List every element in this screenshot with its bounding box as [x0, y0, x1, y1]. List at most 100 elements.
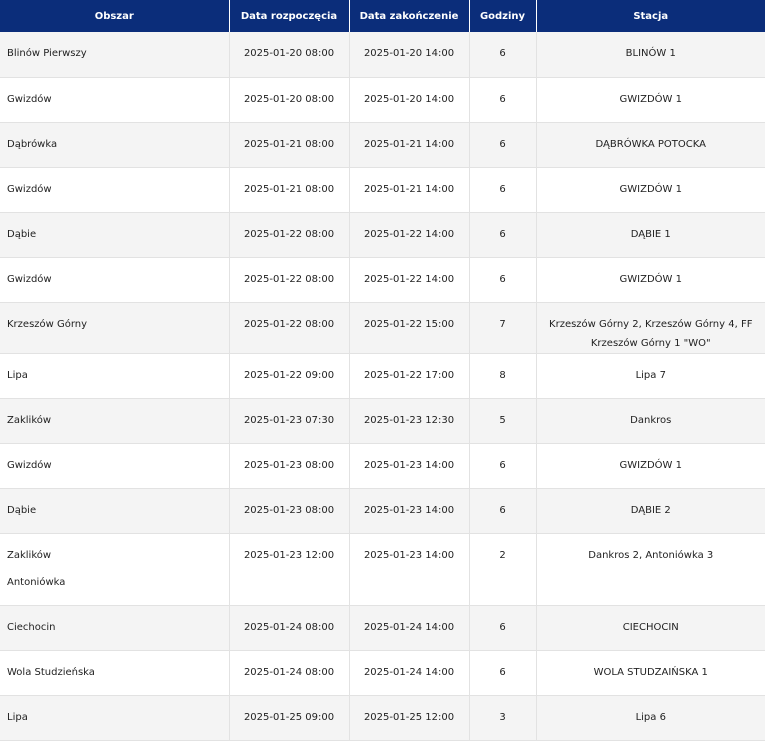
- table-row: Lipa 2025-01-25 09:00 2025-01-25 12:00 3 Lip…: [0, 695, 765, 741]
- cell-station: Krzeszów Górny 2, Krzeszów Górny 4, FF K…: [535, 302, 765, 354]
- area-name: Krzeszów Górny: [7, 318, 88, 330]
- cell-area: Zaklików: [0, 398, 229, 444]
- cell-end-date: 2025-01-22 14:00: [348, 257, 469, 303]
- cell-hours: 6: [468, 167, 536, 213]
- table-body: Blinów Pierwszy 2025-01-20 08:00 2025-01-2…: [0, 32, 765, 741]
- header-row: Obszar Data rozpoczęcia Data zakończenie…: [0, 0, 765, 32]
- column-header-hours[interactable]: Godziny: [468, 0, 536, 32]
- cell-area: Ciechocin: [0, 605, 229, 651]
- cell-start-date: 2025-01-22 09:00: [228, 353, 349, 399]
- cell-area: Wola Studzieńska: [0, 650, 229, 696]
- table-row: Zaklików 2025-01-23 07:30 2025-01-23 12:30…: [0, 398, 765, 444]
- cell-hours: 7: [468, 302, 536, 354]
- area-name: Lipa: [7, 711, 28, 723]
- cell-station: GWIZDÓW 1: [535, 257, 765, 303]
- area-name: Antoniówka: [7, 576, 66, 588]
- cell-station: Lipa 7: [535, 353, 765, 399]
- cell-area: Gwizdów: [0, 443, 229, 489]
- table-row: Dąbie 2025-01-23 08:00 2025-01-23 14:00 6 DĄ…: [0, 488, 765, 534]
- column-header-start-date[interactable]: Data rozpoczęcia: [228, 0, 349, 32]
- cell-hours: 6: [468, 605, 536, 651]
- cell-start-date: 2025-01-21 08:00: [228, 122, 349, 168]
- area-name: Wola Studzieńska: [7, 666, 95, 678]
- cell-area: Gwizdów: [0, 77, 229, 123]
- table-row: Blinów Pierwszy 2025-01-20 08:00 2025-01-2…: [0, 32, 765, 78]
- cell-area: Gwizdów: [0, 167, 229, 213]
- cell-end-date: 2025-01-22 15:00: [348, 302, 469, 354]
- table-row: Lipa 2025-01-22 09:00 2025-01-22 17:00 8 Lip…: [0, 353, 765, 399]
- cell-station: Dankros: [535, 398, 765, 444]
- column-header-station[interactable]: Stacja: [535, 0, 765, 32]
- cell-start-date: 2025-01-23 08:00: [228, 443, 349, 489]
- cell-hours: 6: [468, 257, 536, 303]
- cell-end-date: 2025-01-20 14:00: [348, 32, 469, 78]
- cell-hours: 3: [468, 695, 536, 741]
- table-row: Gwizdów 2025-01-23 08:00 2025-01-23 14:00 6…: [0, 443, 765, 489]
- outage-table: Obszar Data rozpoczęcia Data zakończenie…: [0, 0, 765, 741]
- cell-start-date: 2025-01-24 08:00: [228, 650, 349, 696]
- cell-end-date: 2025-01-24 14:00: [348, 605, 469, 651]
- cell-station: DĄBRÓWKA POTOCKA: [535, 122, 765, 168]
- cell-start-date: 2025-01-23 12:00: [228, 533, 349, 606]
- cell-area: Lipa: [0, 353, 229, 399]
- cell-station: CIECHOCIN: [535, 605, 765, 651]
- table-row: Zaklików Antoniówka 2025-01-23 12:00 2025-0…: [0, 533, 765, 606]
- cell-start-date: 2025-01-22 08:00: [228, 212, 349, 258]
- area-name: Ciechocin: [7, 621, 56, 633]
- cell-start-date: 2025-01-25 09:00: [228, 695, 349, 741]
- cell-end-date: 2025-01-21 14:00: [348, 167, 469, 213]
- cell-area: Dąbie: [0, 488, 229, 534]
- cell-end-date: 2025-01-23 14:00: [348, 488, 469, 534]
- cell-area: Zaklików Antoniówka: [0, 533, 229, 606]
- table-row: Dąbie 2025-01-22 08:00 2025-01-22 14:00 6 DĄ…: [0, 212, 765, 258]
- cell-end-date: 2025-01-20 14:00: [348, 77, 469, 123]
- cell-start-date: 2025-01-23 07:30: [228, 398, 349, 444]
- cell-station: Dankros 2, Antoniówka 3: [535, 533, 765, 606]
- area-name: Dąbie: [7, 228, 37, 240]
- cell-start-date: 2025-01-22 08:00: [228, 257, 349, 303]
- table-row: Wola Studzieńska 2025-01-24 08:00 2025-01-…: [0, 650, 765, 696]
- cell-station: Lipa 6: [535, 695, 765, 741]
- cell-station: DĄBIE 1: [535, 212, 765, 258]
- cell-start-date: 2025-01-20 08:00: [228, 32, 349, 78]
- cell-end-date: 2025-01-24 14:00: [348, 650, 469, 696]
- cell-hours: 8: [468, 353, 536, 399]
- cell-hours: 5: [468, 398, 536, 444]
- column-header-end-date[interactable]: Data zakończenie: [348, 0, 469, 32]
- cell-hours: 2: [468, 533, 536, 606]
- cell-area: Dąbrówka: [0, 122, 229, 168]
- cell-end-date: 2025-01-23 14:00: [348, 443, 469, 489]
- area-name: Zaklików: [7, 414, 52, 426]
- area-name: Gwizdów: [7, 93, 52, 105]
- cell-station: WOLA STUDZAIŃSKA 1: [535, 650, 765, 696]
- cell-end-date: 2025-01-25 12:00: [348, 695, 469, 741]
- area-name: Gwizdów: [7, 459, 52, 471]
- table-row: Krzeszów Górny 2025-01-22 08:00 2025-01-22…: [0, 302, 765, 354]
- cell-hours: 6: [468, 443, 536, 489]
- cell-start-date: 2025-01-21 08:00: [228, 167, 349, 213]
- cell-hours: 6: [468, 32, 536, 78]
- cell-start-date: 2025-01-22 08:00: [228, 302, 349, 354]
- cell-hours: 6: [468, 650, 536, 696]
- cell-station: BLINÓW 1: [535, 32, 765, 78]
- table-row: Dąbrówka 2025-01-21 08:00 2025-01-21 14:00…: [0, 122, 765, 168]
- cell-start-date: 2025-01-24 08:00: [228, 605, 349, 651]
- table-header: Obszar Data rozpoczęcia Data zakończenie…: [0, 0, 765, 32]
- cell-end-date: 2025-01-22 14:00: [348, 212, 469, 258]
- cell-start-date: 2025-01-20 08:00: [228, 77, 349, 123]
- table-row: Gwizdów 2025-01-21 08:00 2025-01-21 14:00 6…: [0, 167, 765, 213]
- area-name: Lipa: [7, 369, 28, 381]
- column-header-area[interactable]: Obszar: [0, 0, 229, 32]
- area-name: Dąbie: [7, 504, 37, 516]
- cell-station: GWIZDÓW 1: [535, 443, 765, 489]
- cell-area: Krzeszów Górny: [0, 302, 229, 354]
- cell-end-date: 2025-01-23 12:30: [348, 398, 469, 444]
- cell-end-date: 2025-01-22 17:00: [348, 353, 469, 399]
- cell-area: Dąbie: [0, 212, 229, 258]
- cell-hours: 6: [468, 122, 536, 168]
- table-row: Ciechocin 2025-01-24 08:00 2025-01-24 14:0…: [0, 605, 765, 651]
- cell-station: GWIZDÓW 1: [535, 167, 765, 213]
- cell-hours: 6: [468, 488, 536, 534]
- area-name: Blinów Pierwszy: [7, 48, 87, 59]
- cell-area: Blinów Pierwszy: [0, 32, 229, 78]
